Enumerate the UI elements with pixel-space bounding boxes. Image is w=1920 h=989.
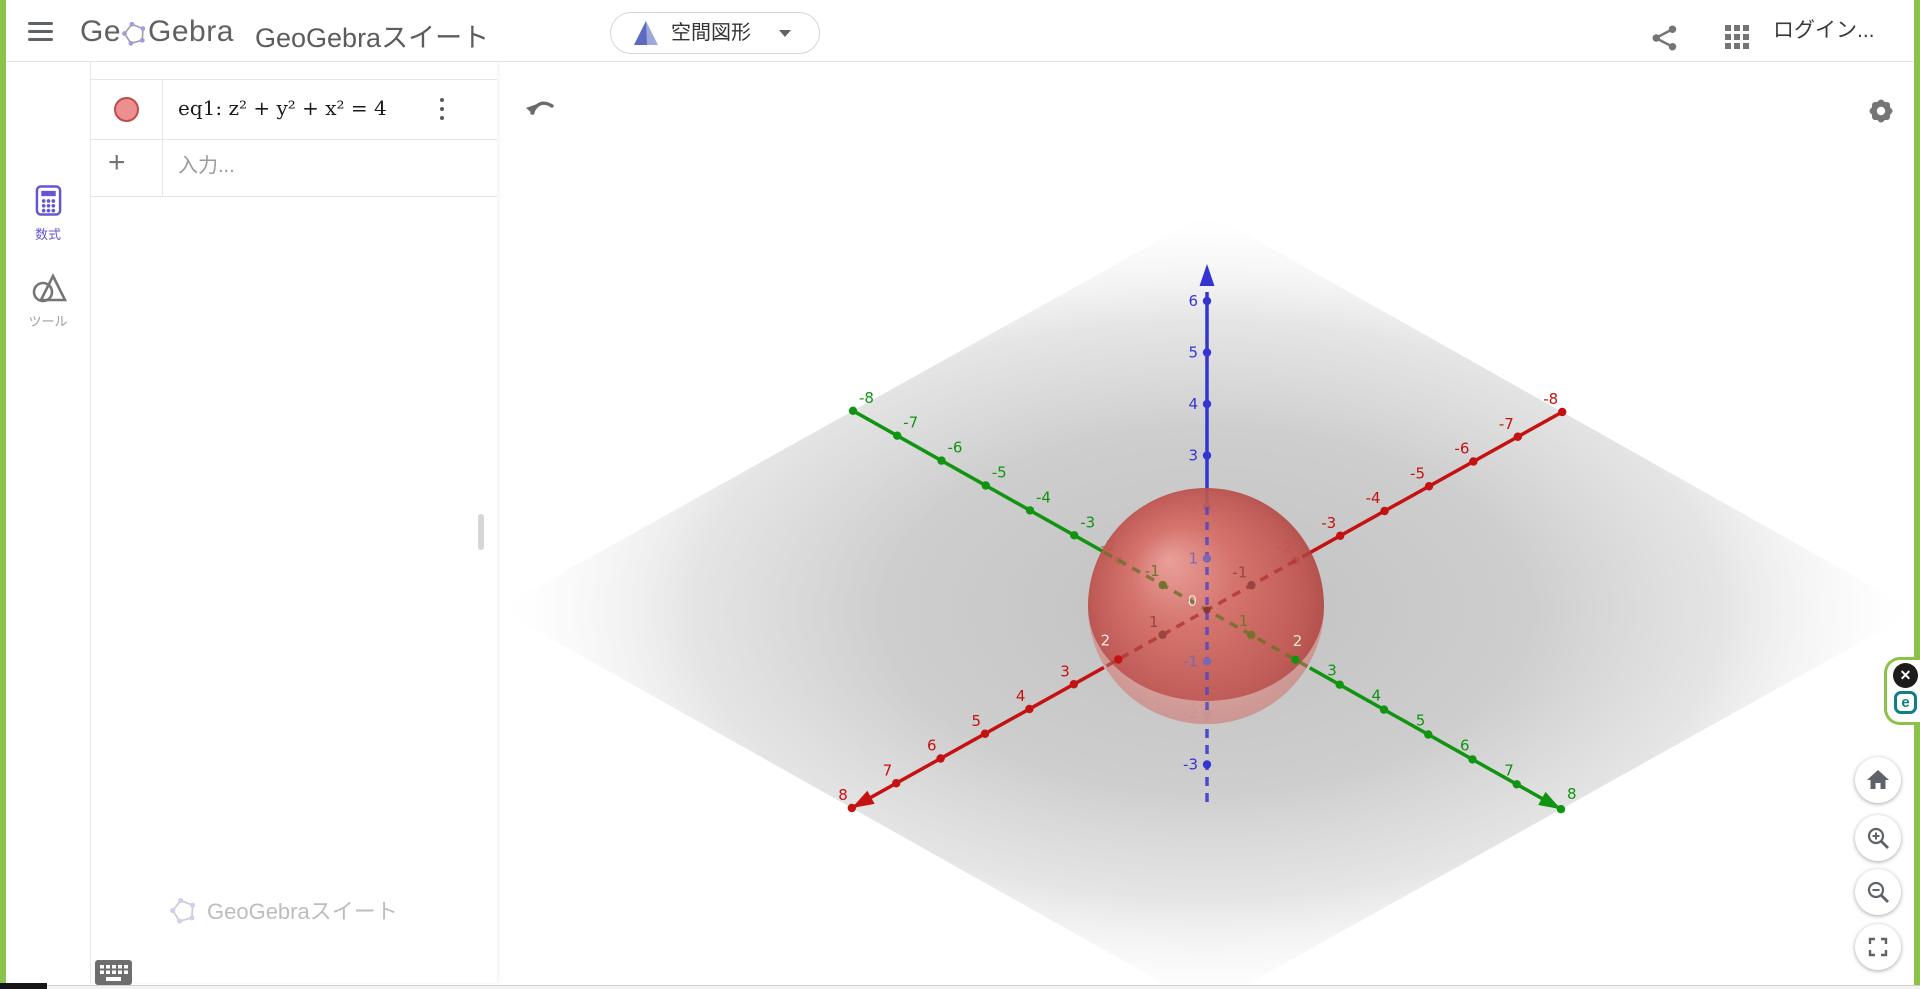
fullscreen-icon [1867, 936, 1889, 958]
svg-text:0: 0 [1187, 592, 1197, 610]
svg-text:5: 5 [1188, 344, 1198, 362]
login-button[interactable]: ログイン... [1773, 0, 1875, 61]
svg-text:5: 5 [971, 712, 981, 730]
pyramid-3d-icon [631, 19, 661, 47]
rail-item-tools[interactable]: ツール [6, 272, 90, 330]
svg-text:-1: -1 [1232, 563, 1247, 581]
bottom-left-black-strip [0, 983, 47, 989]
algebra-row-eq1[interactable]: eq1: z² + y² + x² = 4 [90, 79, 497, 140]
hamburger-menu-icon[interactable] [20, 17, 60, 47]
suite-title: GeoGebraスイート [255, 16, 489, 55]
svg-text:-5: -5 [1410, 464, 1425, 482]
fullscreen-button[interactable] [1855, 924, 1901, 970]
home-view-button[interactable] [1855, 757, 1901, 803]
svg-text:-5: -5 [992, 464, 1007, 482]
watermark: GeoGebraスイート [170, 894, 398, 926]
svg-text:-1: -1 [1145, 562, 1160, 580]
apps-grid-icon[interactable] [1725, 25, 1753, 53]
svg-text:3: 3 [1060, 662, 1070, 680]
app-selector-label: 空間図形 [671, 13, 751, 53]
rail-item-algebra[interactable]: 数式 [6, 184, 90, 243]
home-icon [1866, 769, 1890, 791]
svg-text:7: 7 [1504, 761, 1514, 779]
svg-text:-4: -4 [1036, 488, 1051, 506]
svg-text:-6: -6 [1454, 440, 1469, 458]
settings-gear-icon[interactable] [1864, 94, 1898, 128]
svg-text:-6: -6 [948, 439, 963, 457]
add-input-icon[interactable]: + [108, 146, 126, 180]
keyboard-icon[interactable] [95, 960, 132, 986]
svg-text:6: 6 [927, 737, 937, 755]
svg-text:7: 7 [883, 761, 893, 779]
geogebra-app: Ge Gebra GeoGebraスイート 空間図形 [0, 0, 1920, 989]
calculator-icon [35, 184, 62, 217]
geogebra-logo[interactable]: Ge Gebra [80, 14, 234, 50]
left-frame-border [0, 0, 6, 983]
svg-text:1: 1 [1149, 613, 1159, 631]
kebab-menu-icon[interactable] [430, 94, 454, 126]
logo-text-prefix: Ge [80, 15, 121, 49]
svg-text:-4: -4 [1366, 489, 1381, 507]
browser-extension-badge: ✕ e [1884, 657, 1920, 725]
algebra-input-row[interactable]: + 入力... [90, 138, 497, 197]
bottom-divider [0, 985, 1920, 989]
svg-text:8: 8 [1567, 785, 1577, 803]
3d-scene-canvas[interactable]: -8-7-6-5-4-3-2-8-7-6-5-4-3-2-3-223456234… [497, 62, 1915, 985]
undo-icon[interactable] [524, 90, 560, 124]
app-selector-dropdown[interactable]: 空間図形 [610, 12, 820, 54]
svg-text:-3: -3 [1080, 513, 1095, 531]
zoom-in-button[interactable] [1855, 815, 1901, 861]
svg-text:-3: -3 [1183, 756, 1198, 774]
svg-text:8: 8 [838, 786, 848, 804]
visibility-toggle-circle[interactable] [114, 97, 139, 122]
magnifier-minus-icon [1866, 880, 1890, 904]
magnifier-plus-icon [1866, 826, 1890, 850]
svg-text:1: 1 [1188, 550, 1198, 568]
chevron-down-icon [779, 30, 791, 37]
logo-text-suffix: Gebra [148, 15, 234, 49]
svg-text:1: 1 [1239, 612, 1249, 630]
extension-close-icon[interactable]: ✕ [1893, 663, 1918, 688]
svg-text:4: 4 [1371, 687, 1381, 705]
zoom-out-button[interactable] [1855, 869, 1901, 915]
equation-text: eq1: z² + y² + x² = 4 [178, 80, 387, 139]
svg-text:3: 3 [1188, 447, 1198, 465]
svg-text:-1: -1 [1183, 653, 1198, 671]
panel-scrollbar-thumb[interactable] [478, 514, 484, 550]
rail-label-tools: ツール [6, 311, 90, 330]
sidebar-rail: 数式 ツール [6, 62, 91, 983]
svg-text:4: 4 [1188, 395, 1198, 413]
algebra-input-field[interactable]: 入力... [178, 138, 235, 196]
rail-label-algebra: 数式 [6, 224, 90, 243]
svg-text:-8: -8 [859, 389, 874, 407]
svg-text:2: 2 [1101, 632, 1111, 650]
svg-text:-3: -3 [1321, 514, 1336, 532]
svg-text:3: 3 [1327, 662, 1337, 680]
header-bar: Ge Gebra GeoGebraスイート 空間図形 [0, 0, 1920, 62]
pentagon-logo-icon [122, 21, 147, 46]
share-icon[interactable] [1650, 23, 1680, 53]
svg-text:-8: -8 [1543, 390, 1558, 408]
svg-text:-7: -7 [903, 414, 918, 432]
svg-text:-7: -7 [1499, 415, 1514, 433]
svg-text:6: 6 [1460, 736, 1470, 754]
svg-text:2: 2 [1293, 632, 1303, 650]
algebra-panel: eq1: z² + y² + x² = 4 + 入力... GeoGebraスイ… [90, 62, 497, 983]
watermark-text: GeoGebraスイート [207, 894, 398, 926]
right-frame-border [1914, 0, 1920, 985]
svg-text:4: 4 [1016, 687, 1026, 705]
tools-icon [30, 272, 67, 304]
extension-logo-icon[interactable]: e [1894, 691, 1917, 714]
svg-text:6: 6 [1188, 292, 1198, 310]
pentagon-watermark-icon [170, 897, 197, 924]
svg-text:5: 5 [1416, 712, 1426, 730]
